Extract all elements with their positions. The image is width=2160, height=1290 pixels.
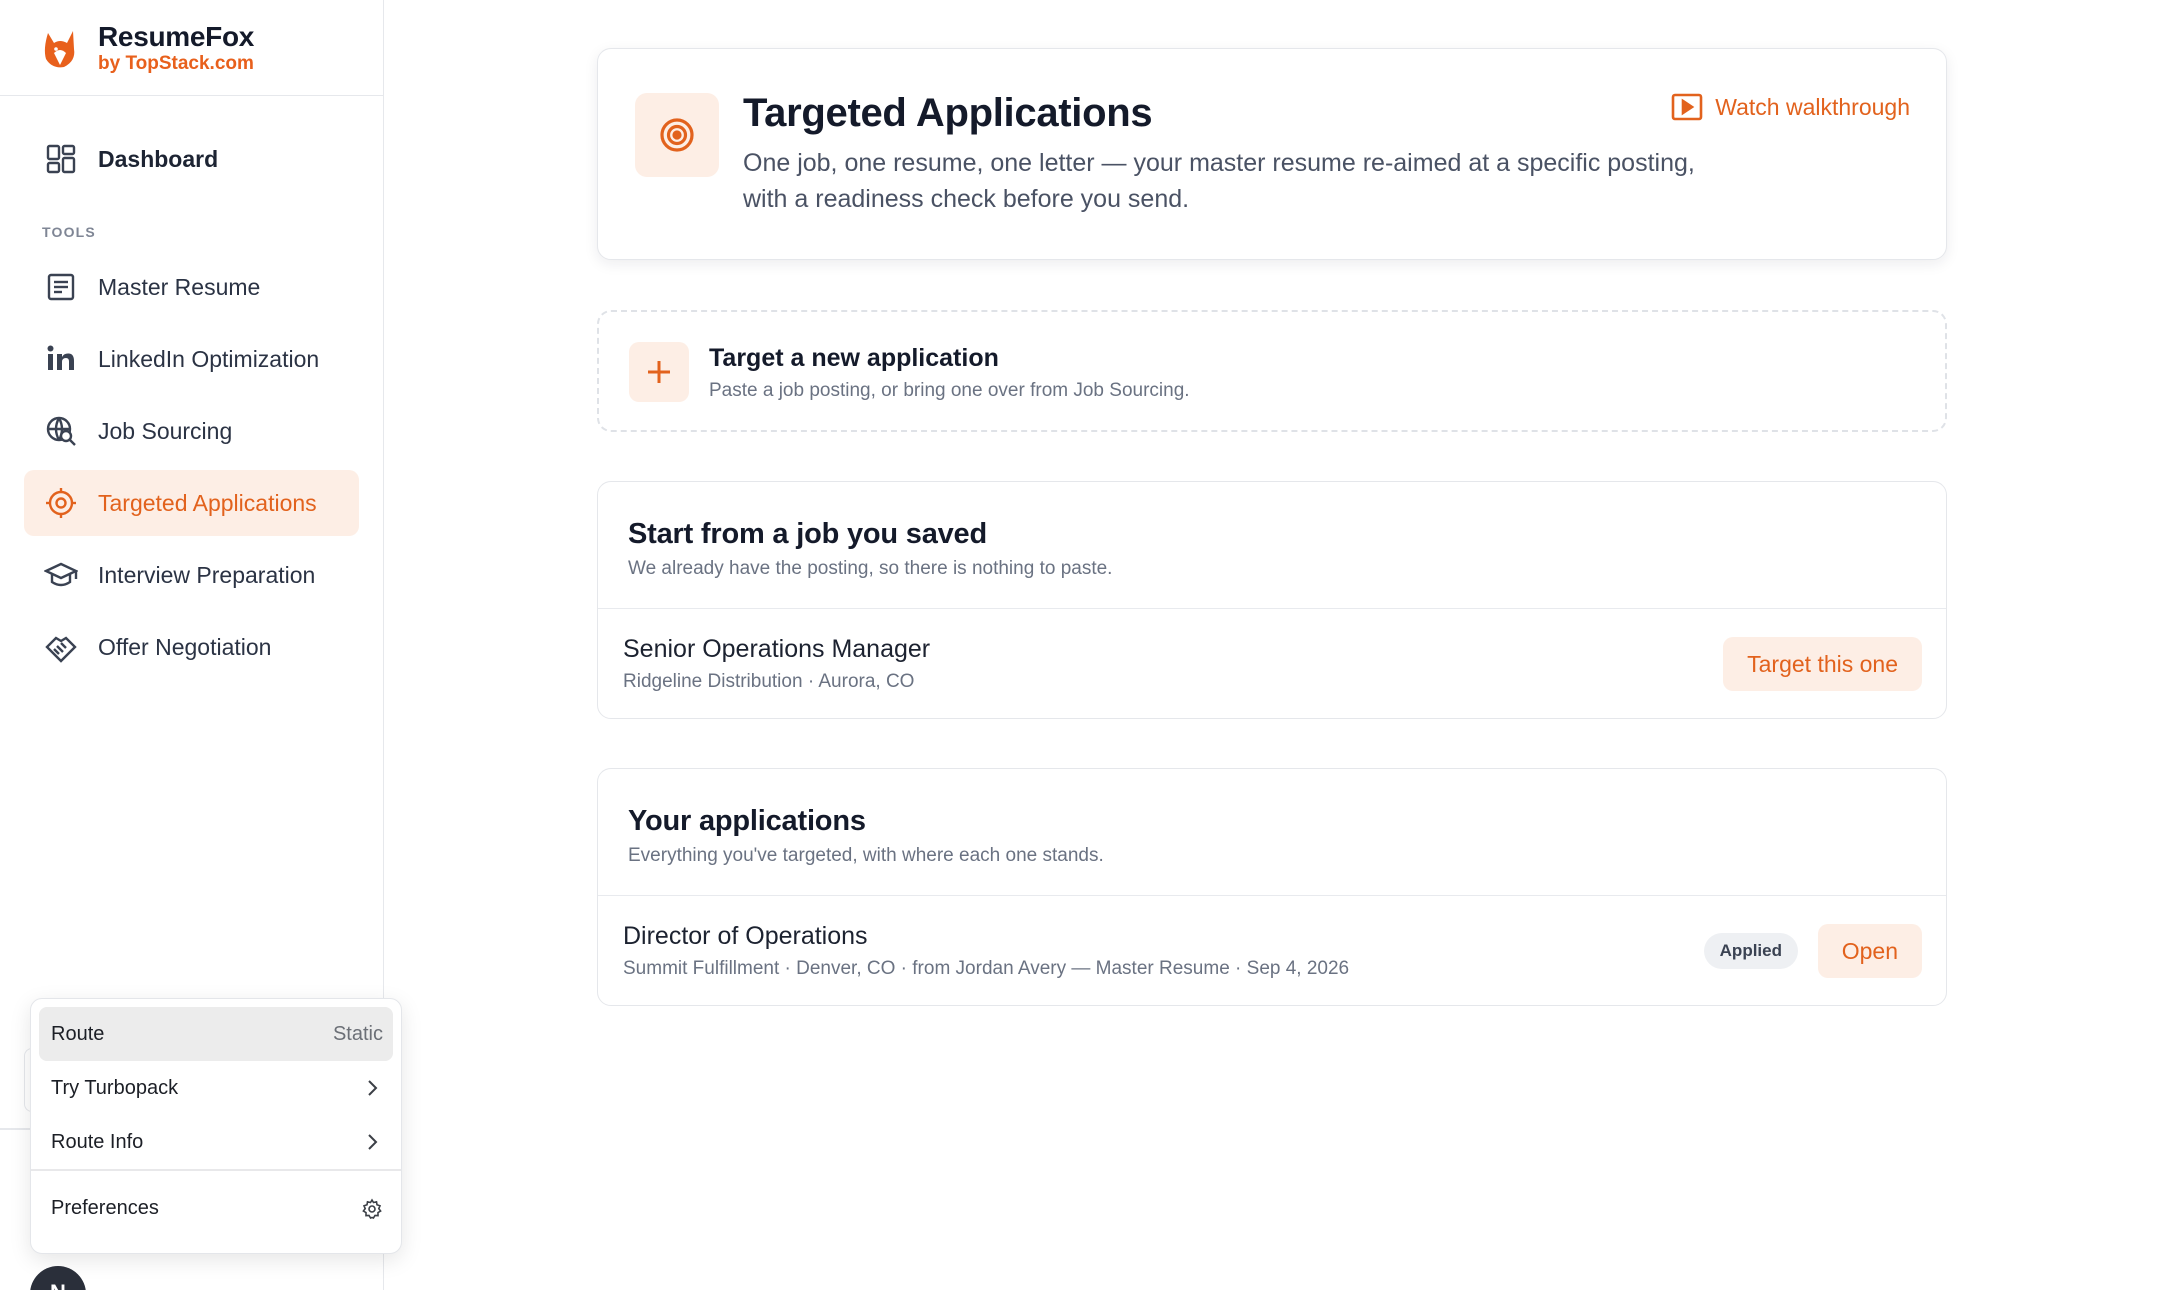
- card-header: Your applications Everything you've targ…: [598, 769, 1946, 896]
- sidebar-item-master-resume[interactable]: Master Resume: [24, 254, 359, 320]
- sidebar-item-label: Dashboard: [98, 145, 219, 172]
- sidebar-item-interview-preparation[interactable]: Interview Preparation: [24, 542, 359, 608]
- target-icon: [660, 118, 694, 152]
- watch-walkthrough-label: Watch walkthrough: [1715, 93, 1910, 120]
- job-title: Senior Operations Manager: [623, 635, 931, 663]
- sidebar-item-label: Interview Preparation: [98, 561, 316, 588]
- dev-menu-divider: [31, 1169, 401, 1171]
- dev-menu-preferences-label: Preferences: [51, 1197, 159, 1219]
- open-application-button[interactable]: Open: [1817, 924, 1922, 978]
- globe-search-icon: [46, 416, 76, 446]
- main-content: Targeted Applications One job, one resum…: [384, 0, 2160, 1290]
- dashboard-icon: [46, 144, 76, 174]
- plus-icon: [648, 361, 670, 383]
- new-application-title: Target a new application: [709, 344, 999, 372]
- application-row: Director of Operations Summit Fulfillmen…: [598, 896, 1946, 1006]
- application-meta: Summit Fulfillment · Denver, CO · from J…: [623, 958, 1350, 979]
- fox-logo-icon: [44, 30, 75, 67]
- sidebar-nav: Dashboard TOOLS Master Resume LinkedIn O…: [0, 96, 383, 680]
- saved-jobs-subtitle: We already have the posting, so there is…: [628, 558, 1113, 579]
- dev-menu-route-info-label: Route Info: [51, 1130, 144, 1153]
- new-application-card[interactable]: Target a new application Paste a job pos…: [597, 310, 1947, 432]
- sidebar-item-linkedin[interactable]: LinkedIn Optimization: [24, 326, 359, 392]
- chevron-right-icon: [368, 1080, 378, 1096]
- sidebar-item-offer-negotiation[interactable]: Offer Negotiation: [24, 614, 359, 680]
- brand[interactable]: ResumeFox by TopStack.com: [0, 0, 383, 96]
- saved-jobs-title: Start from a job you saved: [628, 518, 987, 550]
- applications-card: Your applications Everything you've targ…: [597, 768, 1947, 1006]
- brand-subtitle: by TopStack.com: [98, 52, 254, 74]
- gear-icon: [362, 1197, 382, 1219]
- page-description: One job, one resume, one letter — your m…: [743, 149, 1695, 213]
- saved-jobs-card: Start from a job you saved We already ha…: [597, 481, 1947, 719]
- nav-section-label: TOOLS: [42, 224, 96, 240]
- sidebar-item-job-sourcing[interactable]: Job Sourcing: [24, 398, 359, 464]
- page-header-card: Targeted Applications One job, one resum…: [597, 48, 1947, 260]
- sidebar-item-label: Master Resume: [98, 273, 261, 300]
- dev-menu-turbopack-label: Try Turbopack: [51, 1076, 179, 1099]
- target-icon: [46, 488, 76, 518]
- sidebar-item-label: Offer Negotiation: [98, 633, 272, 660]
- graduation-cap-icon: [44, 562, 78, 587]
- handshake-icon: [45, 636, 77, 663]
- dev-menu-preferences[interactable]: Preferences: [39, 1179, 393, 1239]
- saved-job-row: Senior Operations Manager Ridgeline Dist…: [598, 609, 1946, 719]
- job-meta: Ridgeline Distribution · Aurora, CO: [623, 671, 915, 692]
- status-badge: Applied: [1703, 933, 1798, 969]
- dev-menu-route-info[interactable]: Route Info: [39, 1115, 393, 1169]
- sidebar-item-label: Targeted Applications: [98, 489, 317, 516]
- brand-name: ResumeFox: [98, 20, 255, 52]
- sidebar-item-label: LinkedIn Optimization: [98, 345, 320, 372]
- card-header: Start from a job you saved We already ha…: [598, 482, 1946, 609]
- dev-menu-route-label: Route: [51, 1022, 105, 1045]
- sidebar-divider: [0, 1128, 30, 1130]
- dev-menu-route[interactable]: Route Static: [39, 1007, 393, 1061]
- sidebar-item-targeted-applications[interactable]: Targeted Applications: [24, 470, 359, 536]
- hero-target-icon-box: [635, 93, 719, 177]
- applications-subtitle: Everything you've targeted, with where e…: [628, 845, 1104, 866]
- chevron-right-icon: [368, 1134, 378, 1150]
- sidebar-item-dashboard[interactable]: Dashboard: [24, 126, 359, 192]
- dev-tools-menu: Route Static Try Turbopack Route Info Pr…: [30, 998, 402, 1254]
- applications-title: Your applications: [628, 805, 866, 837]
- application-title: Director of Operations: [623, 922, 868, 950]
- dev-menu-route-value: Static: [332, 1022, 383, 1045]
- target-this-one-button[interactable]: Target this one: [1723, 637, 1922, 691]
- linkedin-icon: [47, 345, 74, 370]
- sidebar-item-label: Job Sourcing: [98, 417, 233, 444]
- new-application-subtitle: Paste a job posting, or bring one over f…: [709, 380, 1190, 401]
- dev-menu-turbopack[interactable]: Try Turbopack: [39, 1061, 393, 1115]
- plus-icon-box: [629, 342, 689, 402]
- page-title: Targeted Applications: [743, 91, 1153, 135]
- watch-walkthrough-button[interactable]: Watch walkthrough: [1671, 93, 1910, 121]
- play-video-icon: [1671, 93, 1703, 121]
- document-icon: [47, 273, 75, 301]
